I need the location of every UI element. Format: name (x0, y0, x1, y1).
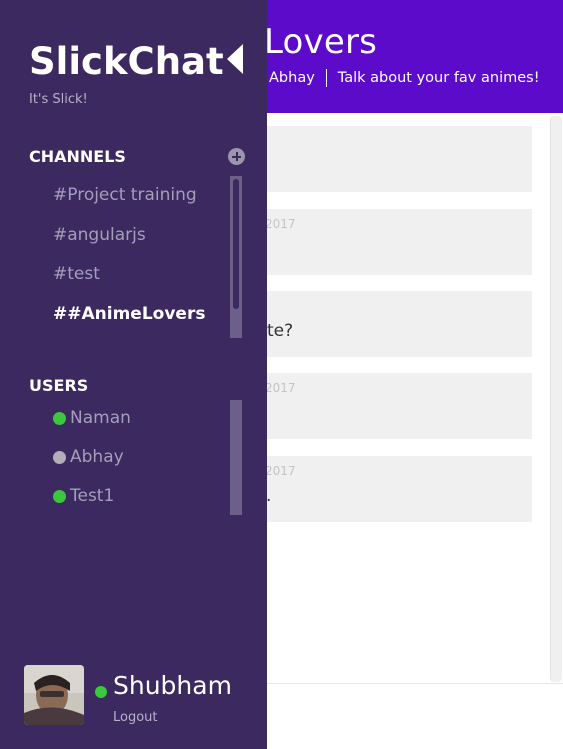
user-item[interactable]: Abhay (53, 447, 124, 467)
message-scrollbar[interactable] (550, 116, 562, 682)
user-name: Test1 (70, 486, 115, 506)
plus-circle-icon[interactable] (228, 148, 245, 165)
message-text: te? (267, 321, 294, 341)
app-tagline: It's Slick! (29, 92, 88, 107)
user-item[interactable]: Naman (53, 408, 131, 428)
message-item: 7 (248, 126, 532, 192)
channel-item[interactable]: #test (53, 264, 100, 284)
channel-title: Lovers (264, 22, 378, 62)
channels-heading: CHANNELS (29, 147, 126, 166)
away-status-icon (53, 450, 66, 464)
logout-link[interactable]: Logout (113, 710, 158, 725)
chevron-left-icon (227, 44, 243, 74)
message-item: 7 te? (248, 291, 532, 357)
channel-description: Talk about your fav animes! (337, 70, 540, 86)
online-status-icon (53, 489, 66, 503)
online-status-icon (53, 411, 66, 425)
channels-scrollbar-thumb[interactable] (233, 179, 239, 309)
channel-item-active[interactable]: ##AnimeLovers (53, 304, 205, 324)
message-item: 2017 (248, 209, 532, 275)
users-scrollbar[interactable] (230, 400, 242, 515)
message-time: 2017 (265, 381, 296, 395)
channel-creator: Abhay (269, 70, 315, 86)
users-heading: USERS (29, 376, 89, 395)
user-item[interactable]: Test1 (53, 486, 114, 506)
avatar-image (24, 665, 84, 725)
channel-meta: Abhay Talk about your fav animes! (269, 69, 540, 87)
user-name: Abhay (70, 447, 124, 467)
message-time: 2017 (265, 464, 296, 478)
sidebar: SlickChat It's Slick! CHANNELS #Project … (0, 0, 267, 749)
channel-item[interactable]: #Project training (53, 185, 197, 205)
channel-item[interactable]: #angularjs (53, 225, 146, 245)
message-item: 2017 (248, 373, 532, 439)
message-item: 2017 . (248, 456, 532, 522)
collapse-sidebar-button[interactable] (224, 42, 246, 76)
message-time: 2017 (265, 217, 296, 231)
app-brand: SlickChat (29, 40, 224, 83)
channels-scrollbar[interactable] (230, 176, 242, 338)
current-username: Shubham (113, 671, 232, 700)
meta-divider (325, 69, 327, 87)
online-status-icon (95, 686, 107, 698)
user-name: Naman (70, 408, 131, 428)
avatar (24, 665, 84, 725)
